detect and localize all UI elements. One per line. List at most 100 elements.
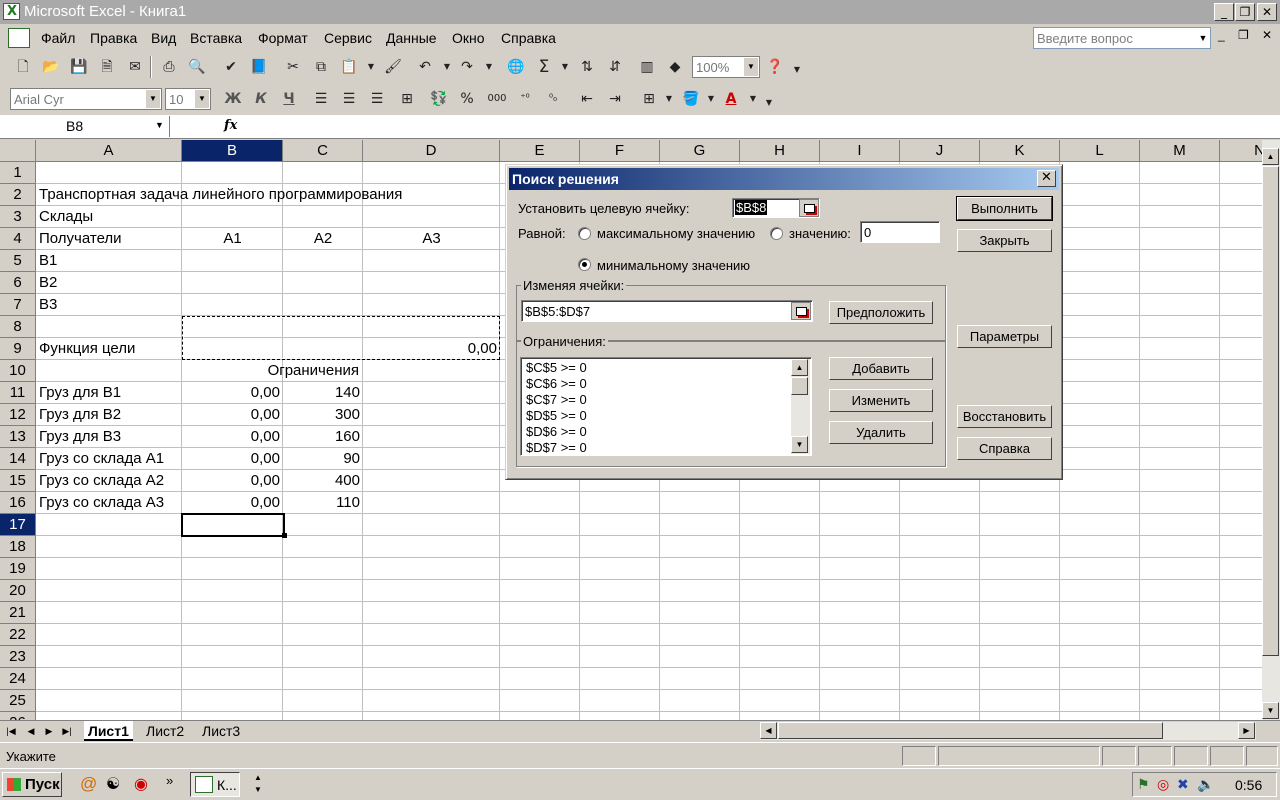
- row-header[interactable]: 7: [0, 294, 36, 316]
- cell-b4[interactable]: A1: [182, 228, 283, 250]
- column-header[interactable]: E: [500, 140, 580, 162]
- print-preview-icon[interactable]: 🔍: [186, 56, 208, 78]
- autosum-icon[interactable]: Σ: [533, 56, 555, 78]
- next-sheet-icon[interactable]: ▶: [42, 724, 56, 738]
- row-header[interactable]: 19: [0, 558, 36, 580]
- cell-a16[interactable]: Груз со склада A3: [36, 492, 182, 514]
- row-header[interactable]: 26: [0, 712, 36, 720]
- cell-a11[interactable]: Груз для B1: [36, 382, 182, 404]
- doc-minimize-button[interactable]: _: [1218, 28, 1225, 42]
- align-left-icon[interactable]: ☰: [310, 88, 332, 110]
- options-button[interactable]: Параметры: [957, 325, 1052, 348]
- redo-dropdown-icon[interactable]: ▼: [478, 56, 500, 78]
- cut-icon[interactable]: ✂: [282, 56, 304, 78]
- formula-input[interactable]: [248, 115, 1278, 138]
- row-header[interactable]: 11: [0, 382, 36, 404]
- align-center-icon[interactable]: ☰: [338, 88, 360, 110]
- format-painter-icon[interactable]: 🖌: [382, 56, 404, 78]
- cell-a7[interactable]: B3: [36, 294, 182, 316]
- scroll-down-arrow-icon[interactable]: ▼: [1262, 702, 1279, 719]
- column-header[interactable]: D: [363, 140, 500, 162]
- italic-button[interactable]: К: [250, 88, 272, 110]
- scroll-left-arrow-icon[interactable]: ◀: [760, 722, 777, 739]
- cell-d4[interactable]: A3: [363, 228, 500, 250]
- menu-format[interactable]: Формат: [258, 30, 308, 46]
- ask-question-input[interactable]: Введите вопрос ▼: [1033, 27, 1211, 49]
- new-icon[interactable]: 🗋: [12, 56, 34, 78]
- menu-window[interactable]: Окно: [452, 30, 485, 46]
- percent-button[interactable]: %: [456, 88, 478, 110]
- cell-c11[interactable]: 140: [283, 382, 363, 404]
- menu-file[interactable]: Файл: [41, 30, 75, 46]
- cell-c14[interactable]: 90: [283, 448, 363, 470]
- open-icon[interactable]: 📂: [40, 56, 62, 78]
- reset-all-button[interactable]: Восстановить: [957, 405, 1052, 428]
- list-scroll-thumb[interactable]: [791, 377, 808, 395]
- save-icon[interactable]: 💾: [68, 56, 90, 78]
- sheet-tab-1[interactable]: Лист1: [84, 721, 133, 741]
- workbook-icon[interactable]: [8, 28, 30, 48]
- delete-constraint-button[interactable]: Удалить: [829, 421, 933, 444]
- solver-help-button[interactable]: Справка: [957, 437, 1052, 460]
- decrease-indent-icon[interactable]: ⇤: [576, 88, 598, 110]
- select-all-corner[interactable]: [0, 140, 36, 162]
- taskbar-scroll-icon[interactable]: ▲ ▼: [248, 772, 268, 797]
- autosum-dropdown-icon[interactable]: ▼: [554, 56, 576, 78]
- help-icon[interactable]: ❓: [764, 56, 786, 78]
- column-header[interactable]: F: [580, 140, 660, 162]
- cell-a4[interactable]: Получатели: [36, 228, 182, 250]
- redo-icon[interactable]: ↷: [456, 56, 478, 78]
- cell-c15[interactable]: 400: [283, 470, 363, 492]
- align-right-icon[interactable]: ☰: [366, 88, 388, 110]
- row-header[interactable]: 14: [0, 448, 36, 470]
- fill-color-dropdown-icon[interactable]: ▼: [700, 88, 722, 110]
- email-icon[interactable]: ✉: [124, 56, 146, 78]
- changing-cells-input[interactable]: $B$5:$D$7: [521, 300, 813, 322]
- taskbar-excel-button[interactable]: К...: [190, 772, 240, 797]
- menu-data[interactable]: Данные: [386, 30, 437, 46]
- constraint-item[interactable]: $C$5 >= 0: [526, 360, 587, 376]
- messenger-icon[interactable]: ☯: [106, 774, 120, 794]
- doc-restore-button[interactable]: ❐: [1238, 28, 1249, 42]
- sheet-tab-3[interactable]: Лист3: [198, 721, 244, 741]
- cell-c10[interactable]: Ограничения: [36, 360, 362, 382]
- row-header[interactable]: 2: [0, 184, 36, 206]
- constraint-item[interactable]: $D$5 >= 0: [526, 408, 587, 424]
- thousands-button[interactable]: 000: [484, 88, 510, 110]
- guess-button[interactable]: Предположить: [829, 301, 933, 324]
- chevron-down-icon[interactable]: ▼: [744, 58, 758, 76]
- column-header[interactable]: N: [1220, 140, 1262, 162]
- radio-min-label[interactable]: минимальному значению: [597, 258, 750, 273]
- row-header[interactable]: 18: [0, 536, 36, 558]
- cell-a5[interactable]: B1: [36, 250, 182, 272]
- changing-ref-collapse-icon[interactable]: [791, 302, 811, 320]
- cell-a12[interactable]: Груз для B2: [36, 404, 182, 426]
- vertical-scrollbar[interactable]: ▲ ▼: [1262, 140, 1280, 720]
- radio-min[interactable]: [578, 258, 591, 271]
- row-header[interactable]: 23: [0, 646, 36, 668]
- zoom-select[interactable]: 100% ▼: [692, 56, 760, 78]
- constraint-item[interactable]: $D$6 >= 0: [526, 424, 587, 440]
- hyperlink-icon[interactable]: 🌐: [505, 56, 527, 78]
- start-button[interactable]: Пуск: [2, 772, 62, 797]
- media-icon[interactable]: ◉: [134, 774, 148, 794]
- cell-c16[interactable]: 110: [283, 492, 363, 514]
- menu-insert[interactable]: Вставка: [190, 30, 242, 46]
- font-color-icon[interactable]: A: [720, 88, 742, 110]
- row-header[interactable]: 25: [0, 690, 36, 712]
- antivirus-icon[interactable]: ◎: [1157, 776, 1169, 793]
- drawing-icon[interactable]: ◆: [664, 56, 686, 78]
- change-constraint-button[interactable]: Изменить: [829, 389, 933, 412]
- print-icon[interactable]: ⎙: [158, 56, 180, 78]
- toolbar-options-icon[interactable]: ▼: [758, 92, 780, 114]
- excel-app-icon[interactable]: [3, 3, 20, 20]
- font-size-select[interactable]: 10 ▼: [165, 88, 211, 110]
- chevron-down-icon[interactable]: ▼: [195, 90, 209, 108]
- paste-icon[interactable]: 📋: [338, 56, 360, 78]
- cell-c13[interactable]: 160: [283, 426, 363, 448]
- column-header[interactable]: L: [1060, 140, 1140, 162]
- increase-decimal-icon[interactable]: ⁺⁰: [514, 88, 536, 110]
- row-header[interactable]: 21: [0, 602, 36, 624]
- active-cell-cursor[interactable]: [181, 513, 285, 537]
- volume-icon[interactable]: 🔈: [1197, 776, 1214, 793]
